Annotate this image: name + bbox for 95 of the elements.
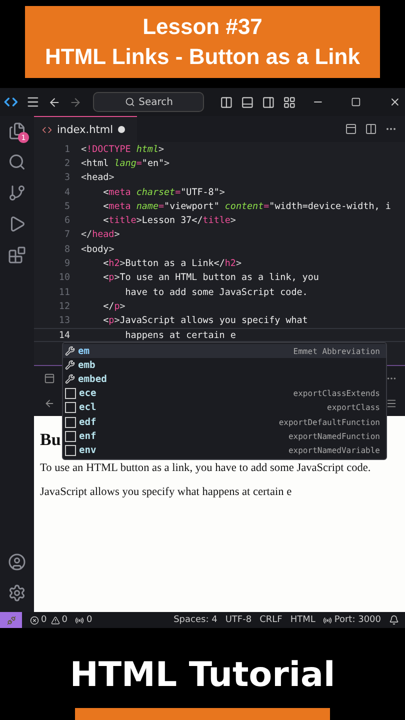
banner-title: HTML Links - Button as a Link [45,43,360,71]
suggestion-item[interactable]: emb [63,358,386,372]
line-number: 2 [63,158,71,169]
page-paragraph: To use an HTML button as a link, you have to add some JavaScript code. [40,462,372,474]
page-heading: Bu [40,430,61,450]
sidebar-icon[interactable] [262,96,275,108]
suggestion-detail: exportNamedFunction [288,432,380,441]
layout-grid-icon[interactable] [282,96,296,108]
suggestion-item[interactable]: ecl exportClass [63,400,386,415]
run-icon[interactable] [8,215,26,233]
account-icon[interactable] [8,553,26,571]
suggestion-item[interactable]: edf exportDefaultFunction [63,414,386,430]
maximize-icon[interactable] [351,97,362,107]
code-line: have to add some JavaScript code. [124,286,308,298]
antenna-icon [323,616,332,624]
code-line: </p> [102,300,126,312]
back-arrow-icon[interactable] [44,398,55,409]
line-number: 10 [58,272,71,284]
back-arrow-icon[interactable] [48,96,61,108]
close-icon[interactable] [389,96,402,108]
line-number: 7 [63,229,71,240]
code-line: </head> [81,229,120,240]
snippet-icon [65,402,76,414]
line-number: 1 [63,144,71,155]
bell-icon[interactable] [389,615,399,625]
settings-icon[interactable] [8,584,26,602]
branch-icon[interactable] [8,184,26,202]
line-number: 3 [63,172,71,184]
extensions-icon[interactable] [8,246,26,264]
code-line: <head> [81,172,114,184]
code-line: <h2>Button as a Link</h2> [102,258,242,270]
preview-icon[interactable] [345,123,357,135]
suggestion-detail: exportDefaultFunction [278,418,380,427]
browser-tab-icon[interactable] [44,373,55,384]
status-item[interactable]: CRLF [260,615,282,625]
layout-icon[interactable] [220,96,234,108]
status-item[interactable]: UTF-8 [225,615,252,625]
suggestion-item[interactable]: embed [63,372,386,387]
suggestion-item[interactable]: enf exportNamedFunction [63,429,386,444]
snippet-icon [65,416,76,428]
line-number: 11 [58,286,71,298]
plug-icon [6,616,16,624]
code-line: <title>Lesson 37</title> [102,215,236,226]
panel-icon[interactable] [241,96,254,108]
forward-arrow-icon[interactable] [68,96,82,108]
app-logo-icon [4,95,18,109]
page-paragraph: JavaScript allows you specify what happens at certain e [40,486,293,498]
suggestion-detail: exportClass [327,403,380,412]
wrench-icon [65,374,75,384]
snippet-icon [65,444,76,456]
code-file-icon [42,124,52,134]
line-number: 14 [58,330,71,340]
code-line: <meta name="viewport" content="width=device-width, i [102,200,391,212]
menu-icon[interactable] [386,398,397,409]
code-line: <meta charset="UTF-8"> [102,186,225,198]
wrench-icon [65,360,75,370]
error-icon [30,616,39,624]
code-line: <html lang="en"> [81,158,170,169]
code-line: happens at certain e [124,330,236,340]
code-line: <!DOCTYPE html> [81,144,164,155]
ports-button[interactable]: 0 [75,615,92,625]
line-number: 4 [63,186,71,198]
suggestion-item[interactable]: env exportNamedVariable [63,443,386,458]
search-field[interactable]: Search [93,92,204,112]
line-number: 6 [63,215,71,226]
file-tab[interactable]: index.html [34,116,137,142]
search-icon[interactable] [8,153,26,171]
menu-icon[interactable] [26,95,40,109]
banner-title: Lesson #37 [142,13,262,41]
line-number: 13 [58,315,71,326]
unsaved-dot-icon [118,126,125,133]
snippet-icon [65,388,76,400]
line-number: 12 [58,300,71,312]
line-number: 5 [63,200,71,212]
warning-icon [50,616,60,624]
suggestion-detail: exportClassExtends [293,389,380,398]
suggestion-item[interactable]: em Emmet Abbreviation [63,344,386,358]
snippet-icon [65,430,76,442]
line-number: 9 [63,258,71,270]
code-line: <p>JavaScript allows you specify what [102,315,308,326]
suggestion-item[interactable]: ece exportClassExtends [63,386,386,401]
suggestion-detail: exportNamedVariable [288,446,380,455]
search-icon [124,97,135,107]
footer-title: HTML Tutorial [70,655,336,695]
antenna-icon [75,616,84,624]
wrench-icon [65,346,75,356]
split-editor-icon[interactable] [365,123,377,135]
problems-button[interactable]: 0 0 [30,615,68,625]
status-item[interactable]: HTML [290,615,316,625]
code-line: <p>To use an HTML button as a link, you [102,272,319,284]
port-button[interactable]: Port: 3000 [323,615,381,625]
code-line: <body> [81,244,114,255]
status-item[interactable]: Spaces: 4 [174,615,218,625]
suggestion-detail: Emmet Abbreviation [293,346,380,356]
line-number: 8 [63,244,71,255]
